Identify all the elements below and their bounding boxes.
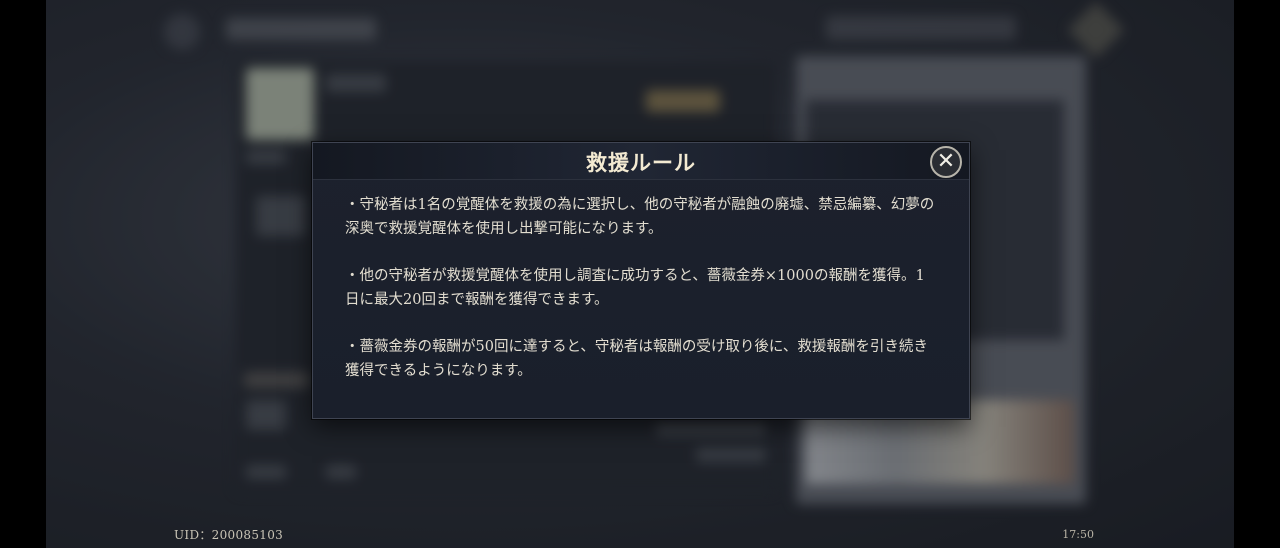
rule-paragraph: ・守秘者は1名の覚醒体を救援の為に選択し、他の守秘者が融蝕の廃墟、禁忌編纂、幻夢… xyxy=(345,197,935,237)
close-button[interactable]: ✕ xyxy=(930,146,962,178)
dialog-title: 救援ルール xyxy=(586,150,696,175)
uid-label: UID：200085103 xyxy=(174,528,284,542)
clock-label: 17:50 xyxy=(1062,528,1094,541)
rescue-rules-dialog: 救援ルール ・守秘者は1名の覚醒体を救援の為に選択し、他の守秘者が融蝕の廃墟、禁… xyxy=(312,142,970,419)
close-icon: ✕ xyxy=(936,149,956,174)
dialog-body: ・守秘者は1名の覚醒体を救援の為に選択し、他の守秘者が融蝕の廃墟、禁忌編纂、幻夢… xyxy=(345,193,939,406)
dialog-header: 救援ルール xyxy=(313,143,969,180)
rule-paragraph: ・薔薇金券の報酬が50回に達すると、守秘者は報酬の受け取り後に、救援報酬を引き続… xyxy=(345,339,928,379)
rule-paragraph: ・他の守秘者が救援覚醒体を使用し調査に成功すると、薔薇金券×1000の報酬を獲得… xyxy=(345,268,925,308)
